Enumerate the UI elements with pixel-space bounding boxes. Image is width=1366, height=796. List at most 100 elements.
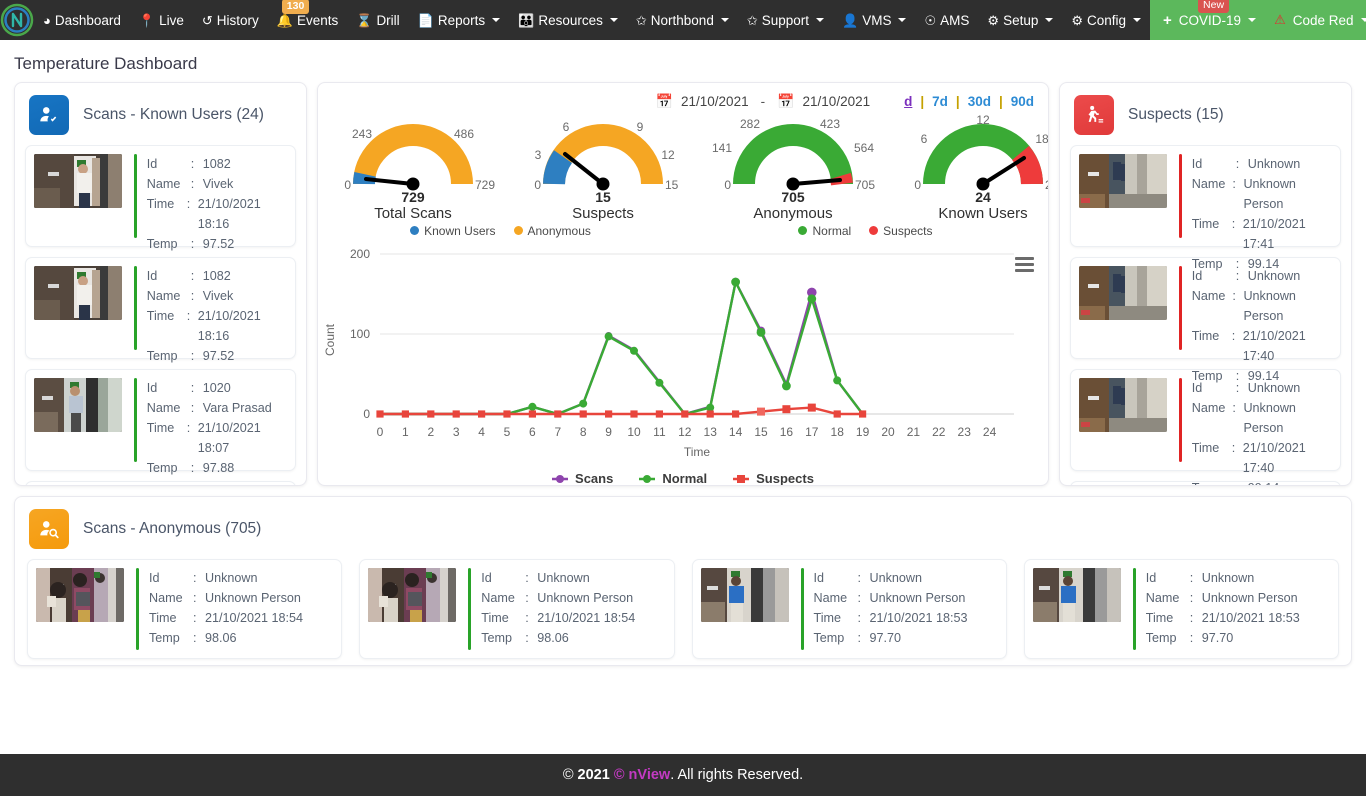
svg-text:12: 12: [661, 148, 675, 162]
svg-text:0: 0: [363, 407, 370, 421]
chart-legend: Scans Normal Suspects: [318, 471, 1048, 485]
list-item[interactable]: Id: Unknown Name: Unknown Person Time:21/1…: [1023, 559, 1339, 659]
svg-text:3: 3: [453, 425, 460, 439]
field-label-id: Id: [149, 571, 160, 585]
list-item[interactable]: Id:1020 Name: Vara Prasad Time:21/10/2021…: [25, 369, 296, 475]
legend-marker-suspects: [733, 474, 750, 483]
field-value-id: Unknown: [537, 571, 590, 585]
colon: :: [1236, 478, 1248, 485]
legend-item-scans[interactable]: Scans: [552, 471, 613, 485]
gauge-label: Anonymous: [753, 205, 833, 222]
status-bar: [1179, 154, 1182, 238]
svg-text:13: 13: [704, 425, 718, 439]
colon: :: [1235, 269, 1240, 283]
nav-item-setup[interactable]: ⚙ Setup: [978, 0, 1062, 40]
field-label-temp: Temp: [146, 237, 178, 251]
nav-item-reports[interactable]: 📄 Reports: [409, 0, 509, 40]
field-value-temp: 97.52: [202, 237, 235, 251]
field-label-id: Id: [481, 571, 492, 585]
nav-item-vms[interactable]: 👤 VMS: [833, 0, 915, 40]
nav-item-dashboard[interactable]: ◕ Dashboard: [34, 0, 130, 40]
field-value-temp: 98.06: [537, 631, 569, 645]
list-item[interactable]: Id: Unknown Name: Unknown Person Time:21/1…: [1070, 369, 1341, 485]
nview-logo-icon[interactable]: [0, 3, 34, 37]
field-value-name: Unknown Person: [869, 591, 966, 605]
gauge-label: Suspects: [572, 205, 634, 222]
svg-text:20: 20: [881, 425, 895, 439]
svg-text:100: 100: [350, 327, 370, 341]
legend-normal: Normal: [798, 224, 851, 238]
field-value-name: Unknown Person: [1243, 401, 1296, 435]
known-users-list[interactable]: Id:1082 Name: Vivek Time:21/10/2021 18:16…: [15, 145, 306, 485]
list-item[interactable]: Id: Unknown Name: Unknown Person Time:21/1…: [359, 559, 675, 659]
brand-name[interactable]: nView: [629, 767, 671, 783]
warning-triangle-icon: ⚠: [1274, 12, 1286, 27]
nav-item-config[interactable]: ⚙ Config: [1062, 0, 1150, 40]
nav-item-ams[interactable]: ☉ AMS: [915, 0, 978, 40]
legend-item-suspects[interactable]: Suspects: [733, 471, 814, 485]
nav-label: COVID-19: [1178, 12, 1242, 28]
legend-item-normal[interactable]: Normal: [639, 471, 707, 485]
colon: :: [186, 309, 191, 323]
list-item-partial[interactable]: [25, 481, 296, 485]
svg-text:22: 22: [932, 425, 946, 439]
chart-menu-icon[interactable]: [1015, 254, 1034, 275]
gauge-suspects: 0 3 6 9 12 15 15 Suspects: [508, 106, 698, 222]
field-label-id: Id: [1191, 269, 1203, 283]
colon: :: [857, 591, 862, 605]
person-thumbnail: [34, 154, 122, 208]
footer-rest: . All rights Reserved.: [670, 767, 804, 783]
nav-item-drill[interactable]: ⌛ Drill: [347, 0, 408, 40]
nav-item-northbond[interactable]: ✩ Northbond: [627, 0, 738, 40]
list-item[interactable]: Id: Unknown Name: Unknown Person Time:21/1…: [1070, 257, 1341, 383]
suspects-list[interactable]: Id: Unknown Name: Unknown Person Time:21/1…: [1060, 145, 1351, 485]
field-value-name: Unknown Person: [1243, 289, 1296, 323]
panel-header: Scans - Anonymous (705): [15, 497, 1351, 559]
list-item[interactable]: Id:1082 Name: Vivek Time:21/10/2021 18:16…: [25, 257, 296, 363]
chevron-down-icon: [609, 18, 618, 22]
nav-label: Northbond: [650, 12, 714, 28]
svg-text:7: 7: [554, 425, 561, 439]
nav-item-live[interactable]: 📍 Live: [130, 0, 193, 40]
field-label-time: Time: [149, 611, 177, 625]
nav-item-support[interactable]: ✩ Support: [738, 0, 833, 40]
person-thumbnail: [1079, 154, 1167, 208]
list-item[interactable]: Id: Unknown Name: Unknown Person Time:21/1…: [1070, 145, 1341, 271]
svg-text:Time: Time: [684, 445, 711, 459]
colon: :: [1189, 591, 1194, 605]
nav-item-events[interactable]: 130 🔔 Events: [268, 0, 347, 40]
nav-item-code-red[interactable]: ⚠ Code Red: [1265, 0, 1366, 40]
nav-item-covid19[interactable]: + COVID-19: [1154, 0, 1265, 40]
gauge-label: Total Scans: [374, 205, 452, 222]
field-value-time: 21/10/2021 18:16: [197, 197, 261, 231]
field-value-id: Unknown: [1201, 571, 1255, 585]
field-value-temp: 98.06: [205, 631, 237, 645]
person-thumbnail: [34, 266, 122, 320]
field-value-name: Unknown Person: [1201, 591, 1298, 605]
svg-text:17: 17: [805, 425, 819, 439]
colon: :: [190, 349, 195, 363]
legend-anonymous: Anonymous: [513, 224, 591, 238]
history-clock-icon: ↺: [201, 12, 213, 28]
nav-item-resources[interactable]: 👪 Resources: [509, 0, 627, 40]
dashboard-content: Scans - Known Users (24) Id: 1082 Name …: [0, 82, 1366, 666]
svg-text:12: 12: [976, 113, 990, 127]
people-group-icon: 👪: [518, 12, 535, 28]
field-label-temp: Temp: [149, 631, 180, 645]
person-thumbnail: [1079, 378, 1167, 432]
field-label-time: Time: [1191, 217, 1220, 231]
svg-text:1: 1: [402, 425, 409, 439]
field-label-temp: Temp: [1145, 631, 1177, 645]
panel-header: Scans - Known Users (24): [15, 83, 306, 145]
nav-label: History: [216, 12, 259, 28]
colon: :: [1232, 289, 1236, 303]
field-value-temp: 97.70: [1201, 631, 1234, 645]
svg-text:11: 11: [653, 425, 666, 439]
list-item[interactable]: Id:1082 Name: Vivek Time:21/10/2021 18:16…: [25, 145, 296, 251]
person-thumbnail: [1032, 568, 1121, 622]
nav-item-history[interactable]: ↺ History: [193, 0, 268, 40]
list-item[interactable]: Id: Unknown Name: Unknown Person Time:21/1…: [691, 559, 1007, 659]
field-value-time: 21/10/2021 18:53: [869, 611, 968, 625]
page-footer: © 2021 © nView. All rights Reserved.: [0, 754, 1366, 796]
list-item[interactable]: Id: Unknown Name: Unknown Person Time:21/1…: [27, 559, 343, 659]
